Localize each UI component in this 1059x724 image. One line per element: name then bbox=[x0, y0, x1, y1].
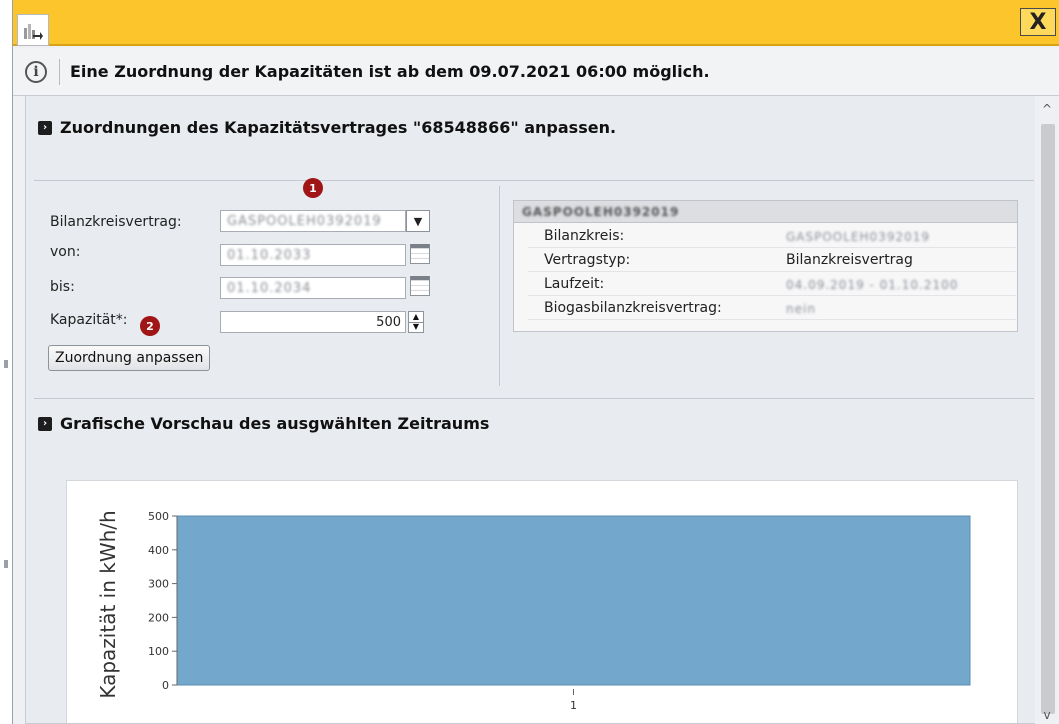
section-bullet-icon: › bbox=[38, 120, 52, 135]
section-contract-head: › Zuordnungen des Kapazitätsvertrages "6… bbox=[38, 118, 616, 137]
y-axis-label: Kapazität in kWh/h bbox=[96, 510, 120, 698]
bilanzkreisvertrag-select[interactable]: GASPOOLEH0392019 bbox=[220, 210, 406, 232]
form-divider bbox=[499, 186, 500, 386]
spin-up-icon[interactable]: ▲ bbox=[409, 312, 423, 322]
close-button[interactable]: X bbox=[1020, 8, 1056, 36]
kapazitaet-input[interactable]: 500 bbox=[220, 311, 406, 333]
zuordnung-anpassen-button[interactable]: Zuordnung anpassen bbox=[48, 345, 211, 371]
annotation-marker-1: 1 bbox=[303, 178, 323, 198]
section-preview-head: › Grafische Vorschau des ausgwählten Zei… bbox=[38, 414, 489, 433]
x-tick-label: 1 bbox=[570, 699, 577, 712]
detail-value: GASPOOLEH0392019 bbox=[786, 230, 930, 244]
detail-key: Biogasbilanzkreisvertrag: bbox=[544, 300, 722, 316]
section-contract-title: Zuordnungen des Kapazitätsvertrages "685… bbox=[60, 118, 617, 137]
von-value: 01.10.2033 bbox=[227, 247, 312, 263]
contract-details-header: GASPOOLEH0392019 bbox=[514, 201, 1017, 223]
detail-value: 04.09.2019 - 01.10.2100 bbox=[786, 278, 959, 292]
y-tick-label: 500 bbox=[148, 510, 169, 523]
bis-date-input[interactable]: 01.10.2034 bbox=[220, 277, 406, 299]
section-bullet-icon: › bbox=[38, 416, 52, 431]
chart-panel: 0 100 200 300 400 500 1 Kapazität in kWh/h bbox=[66, 480, 1018, 723]
left-edge bbox=[0, 0, 12, 724]
bilanzkreisvertrag-value: GASPOOLEH0392019 bbox=[227, 213, 382, 229]
scroll-up-icon[interactable]: ^ bbox=[1040, 102, 1054, 116]
detail-row: Laufzeit: 04.09.2019 - 01.10.2100 bbox=[528, 273, 1016, 296]
titlebar: X bbox=[13, 0, 1059, 46]
kapazitaet-spinner[interactable]: ▲ ▼ bbox=[408, 311, 424, 333]
detail-value: Bilanzkreisvertrag bbox=[786, 252, 913, 268]
bis-value: 01.10.2034 bbox=[227, 280, 312, 296]
divider bbox=[34, 180, 1034, 181]
kapazitaet-label: Kapazität*: bbox=[50, 312, 128, 328]
bis-label: bis: bbox=[50, 279, 75, 295]
info-icon: i bbox=[25, 60, 47, 83]
vertical-scrollbar[interactable]: ^ v bbox=[1035, 96, 1059, 724]
content-panel: › Zuordnungen des Kapazitätsvertrages "6… bbox=[25, 96, 1049, 724]
bar-1 bbox=[176, 515, 971, 686]
info-separator bbox=[59, 58, 60, 85]
detail-row: Vertragstyp: Bilanzkreisvertrag bbox=[528, 249, 1016, 272]
bilanzkreisvertrag-label: Bilanzkreisvertrag: bbox=[50, 214, 182, 230]
contract-details-title: GASPOOLEH0392019 bbox=[522, 204, 680, 219]
edge-tick bbox=[4, 360, 8, 368]
edge-tick bbox=[4, 560, 8, 568]
y-tick-label: 100 bbox=[148, 645, 169, 658]
info-bar: i Eine Zuordnung der Kapazitäten ist ab … bbox=[13, 48, 1059, 96]
app-icon bbox=[17, 14, 49, 46]
divider bbox=[34, 398, 1034, 399]
detail-key: Laufzeit: bbox=[544, 276, 605, 292]
kapazitaet-value: 500 bbox=[376, 314, 401, 330]
section-preview-title: Grafische Vorschau des ausgwählten Zeitr… bbox=[60, 414, 490, 433]
y-tick-label: 300 bbox=[148, 578, 169, 591]
scroll-down-icon[interactable]: v bbox=[1040, 708, 1054, 722]
detail-row: Bilanzkreis: GASPOOLEH0392019 bbox=[528, 225, 1016, 248]
contract-details-card: GASPOOLEH0392019 Bilanzkreis: GASPOOLEH0… bbox=[513, 200, 1018, 332]
y-tick-label: 400 bbox=[148, 544, 169, 557]
calendar-icon[interactable] bbox=[410, 276, 430, 296]
chart-export-icon bbox=[24, 24, 43, 40]
detail-key: Vertragstyp: bbox=[544, 252, 631, 268]
detail-key: Bilanzkreis: bbox=[544, 228, 625, 244]
y-tick-label: 0 bbox=[162, 679, 169, 692]
spin-down-icon[interactable]: ▼ bbox=[409, 321, 423, 333]
dropdown-chevron-icon[interactable]: ▼ bbox=[406, 210, 430, 232]
info-message: Eine Zuordnung der Kapazitäten ist ab de… bbox=[70, 62, 710, 81]
detail-row: Biogasbilanzkreisvertrag: nein bbox=[528, 297, 1016, 320]
calendar-icon[interactable] bbox=[410, 244, 430, 264]
von-label: von: bbox=[50, 244, 81, 260]
capacity-chart: 0 100 200 300 400 500 1 Kapazität in kWh/h bbox=[96, 510, 971, 712]
y-tick-label: 200 bbox=[148, 611, 169, 624]
dialog-window: X i Eine Zuordnung der Kapazitäten ist a… bbox=[12, 0, 1059, 724]
annotation-marker-2: 2 bbox=[140, 316, 160, 336]
von-date-input[interactable]: 01.10.2033 bbox=[220, 244, 406, 266]
scrollbar-thumb[interactable] bbox=[1041, 124, 1055, 714]
detail-value: nein bbox=[786, 302, 816, 316]
